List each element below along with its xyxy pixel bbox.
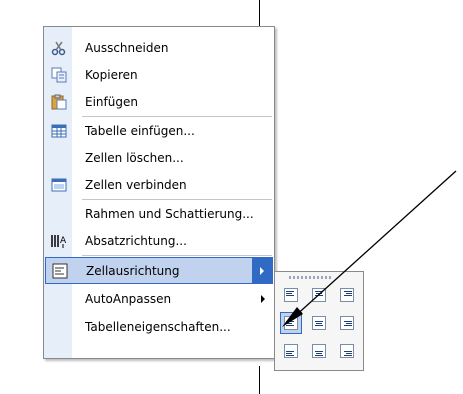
cell-alignment-icon [46, 258, 73, 283]
menu-item-label: Zellausrichtung [86, 263, 180, 278]
submenu-indicator[interactable] [252, 258, 272, 283]
align-middle-left-button[interactable] [280, 312, 302, 334]
align-middle-center-button[interactable] [308, 312, 330, 334]
menu-item-label: Absatzrichtung... [85, 233, 187, 248]
align-middle-right-icon [340, 316, 354, 330]
menu-item-cell-alignment[interactable]: Zellausrichtung [45, 257, 273, 284]
menu-item-autofit[interactable]: AutoAnpassen [45, 285, 273, 312]
chevron-right-icon [261, 294, 265, 303]
merge-cells-icon [45, 171, 72, 198]
menu-item-no-icon [45, 285, 72, 312]
align-bottom-right-button[interactable] [336, 340, 358, 362]
menu-item-label: Ausschneiden [85, 40, 169, 55]
chevron-right-icon [260, 266, 264, 275]
menu-item-label: AutoAnpassen [85, 291, 172, 306]
scissors-icon [45, 34, 72, 61]
menu-item-merge-cells[interactable]: Zellen verbinden [45, 171, 273, 198]
menu-item-delete-cells[interactable]: Zellen löschen... [45, 144, 273, 171]
align-middle-right-button[interactable] [336, 312, 358, 334]
align-bottom-center-icon [312, 344, 326, 358]
align-middle-left-icon [284, 316, 298, 330]
menu-item-label: Zellen verbinden [85, 177, 187, 192]
menu-item-no-icon [45, 313, 72, 340]
menu-item-label: Einfügen [85, 94, 138, 109]
menu-item-label: Zellen löschen... [85, 150, 184, 165]
menu-item-table-properties[interactable]: Tabelleneigenschaften... [45, 313, 273, 340]
menu-item-no-icon [45, 144, 72, 171]
menu-item-cut[interactable]: Ausschneiden [45, 34, 273, 61]
menu-item-paste[interactable]: Einfügen [45, 88, 273, 115]
menu-separator [82, 255, 272, 256]
align-top-center-icon [312, 288, 326, 302]
align-bottom-left-button[interactable] [280, 340, 302, 362]
align-top-center-button[interactable] [308, 284, 330, 306]
align-middle-center-icon [312, 316, 326, 330]
menu-item-copy[interactable]: Kopieren [45, 61, 273, 88]
palette-drag-handle[interactable] [289, 276, 333, 279]
context-menu: Ausschneiden Kopieren Einfügen Tabelle e… [43, 26, 275, 359]
menu-item-label: Tabelleneigenschaften... [85, 319, 231, 334]
paste-icon [45, 88, 72, 115]
align-top-right-button[interactable] [336, 284, 358, 306]
align-bottom-center-button[interactable] [308, 340, 330, 362]
align-top-left-button[interactable] [280, 284, 302, 306]
menu-item-insert-table[interactable]: Tabelle einfügen... [45, 117, 273, 144]
document-page-boundary-top [259, 0, 260, 26]
insert-table-icon [45, 117, 72, 144]
menu-item-label: Kopieren [85, 67, 138, 82]
menu-item-label: Tabelle einfügen... [85, 123, 195, 138]
document-page-boundary-bottom [259, 366, 260, 394]
text-direction-icon: A [45, 227, 72, 254]
menu-item-text-direction[interactable]: A Absatzrichtung... [45, 227, 273, 254]
cell-alignment-palette [274, 271, 364, 371]
align-bottom-left-icon [284, 344, 298, 358]
align-top-left-icon [284, 288, 298, 302]
menu-item-no-icon [45, 200, 72, 227]
menu-item-label: Rahmen und Schattierung... [85, 206, 254, 221]
menu-item-borders-shading[interactable]: Rahmen und Schattierung... [45, 200, 273, 227]
align-top-right-icon [340, 288, 354, 302]
align-bottom-right-icon [340, 344, 354, 358]
copy-icon [45, 61, 72, 88]
